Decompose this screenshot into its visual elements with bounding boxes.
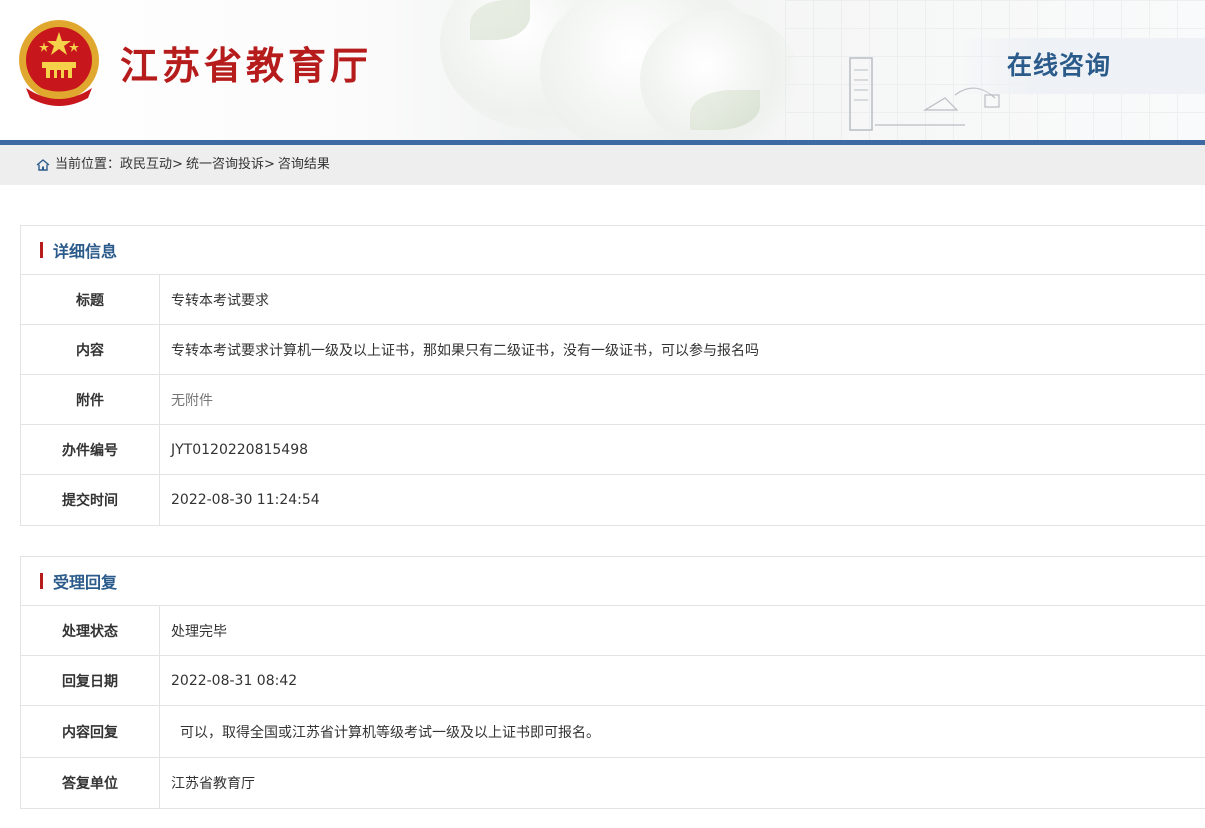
table-row: 答复单位 江苏省教育厅 — [21, 758, 1205, 808]
row-label: 标题 — [21, 275, 160, 324]
panel-title: 受理回复 — [53, 573, 118, 592]
site-header: 江苏省教育厅 在线咨询 — [0, 0, 1205, 140]
home-icon — [36, 159, 50, 171]
row-value: 专转本考试要求 — [171, 292, 269, 309]
national-emblem-icon — [19, 20, 99, 106]
row-value: 处理完毕 — [171, 623, 227, 640]
breadcrumb-link-interaction[interactable]: 政民互动 — [120, 145, 172, 185]
panel-header: 详细信息 — [21, 226, 1205, 275]
table-row: 内容回复 可以，取得全国或江苏省计算机等级考试一级及以上证书即可报名。 — [21, 706, 1205, 758]
row-value: 无附件 — [171, 392, 213, 409]
row-value: 可以，取得全国或江苏省计算机等级考试一级及以上证书即可报名。 — [180, 724, 600, 741]
breadcrumb-link-consult[interactable]: 统一咨询投诉 — [186, 145, 264, 185]
row-label: 答复单位 — [21, 758, 160, 808]
table-row: 标题 专转本考试要求 — [21, 275, 1205, 325]
table-row: 处理状态 处理完毕 — [21, 606, 1205, 656]
table-row: 提交时间 2022-08-30 11:24:54 — [21, 475, 1205, 525]
row-label: 回复日期 — [21, 656, 160, 705]
zone-label: 在线咨询 — [1007, 51, 1112, 80]
table-row: 回复日期 2022-08-31 08:42 — [21, 656, 1205, 706]
table-row: 附件 无附件 — [21, 375, 1205, 425]
row-label: 内容 — [21, 325, 160, 374]
table-row: 办件编号 JYT0120220815498 — [21, 425, 1205, 475]
row-label: 处理状态 — [21, 606, 160, 655]
row-label: 内容回复 — [21, 706, 160, 757]
table-row: 内容 专转本考试要求计算机一级及以上证书，那如果只有二级证书，没有一级证书，可以… — [21, 325, 1205, 375]
panel-title: 详细信息 — [53, 242, 118, 261]
row-label: 附件 — [21, 375, 160, 424]
breadcrumb-current: 咨询结果 — [277, 157, 330, 172]
row-label: 办件编号 — [21, 425, 160, 474]
breadcrumb-separator: > — [172, 157, 183, 172]
detail-panel: 详细信息 标题 专转本考试要求 内容 专转本考试要求计算机一级及以上证书，那如果… — [20, 225, 1205, 526]
panel-header: 受理回复 — [21, 557, 1205, 606]
row-value: 专转本考试要求计算机一级及以上证书，那如果只有二级证书，没有一级证书，可以参与报… — [171, 342, 759, 359]
row-value: JYT0120220815498 — [171, 441, 309, 458]
reply-panel: 受理回复 处理状态 处理完毕 回复日期 2022-08-31 08:42 内容回… — [20, 556, 1205, 809]
title-marker — [40, 573, 43, 589]
site-title: 江苏省教育厅 — [120, 43, 373, 88]
row-value: 2022-08-30 11:24:54 — [171, 492, 320, 508]
row-value: 2022-08-31 08:42 — [171, 672, 298, 689]
breadcrumb: 当前位置： 政民互动 > 统一咨询投诉 > 咨询结果 — [0, 145, 1205, 185]
row-label: 提交时间 — [21, 475, 160, 525]
row-value: 江苏省教育厅 — [171, 776, 255, 792]
breadcrumb-prefix: 当前位置： — [55, 157, 121, 172]
breadcrumb-separator: > — [263, 157, 275, 172]
title-marker — [40, 242, 43, 258]
